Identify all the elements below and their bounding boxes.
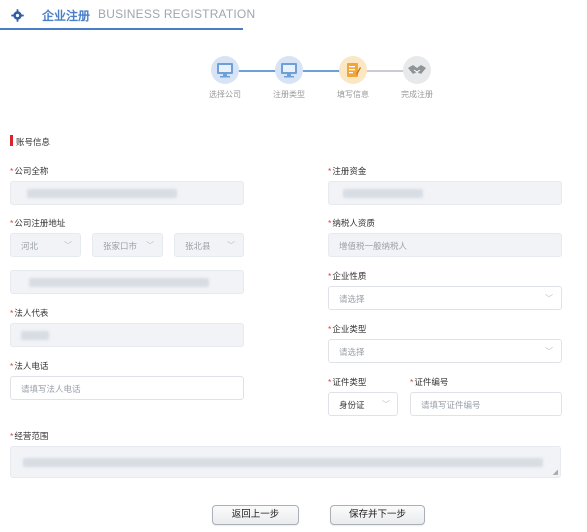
enterprise-type-label: *企业类型: [328, 324, 367, 334]
handshake-icon: [408, 65, 426, 74]
address-detail-field[interactable]: [10, 270, 244, 294]
business-scope-label: *经营范围: [10, 431, 49, 441]
enterprise-type-select[interactable]: 请选择 ﹀: [328, 339, 562, 363]
company-name-field[interactable]: [10, 181, 244, 205]
chevron-down-icon: ﹀: [545, 347, 553, 356]
gear-icon: [11, 9, 24, 22]
section-title: 账号信息: [16, 137, 51, 147]
step-label: 完成注册: [401, 90, 433, 99]
tab-subtitle: BUSINESS REGISTRATION: [98, 7, 256, 21]
save-next-button[interactable]: 保存并下一步: [330, 505, 425, 525]
enterprise-nature-label: *企业性质: [328, 271, 367, 281]
province-select[interactable]: 河北 ﹀: [10, 233, 81, 257]
cert-no-label: *证件编号: [410, 377, 449, 387]
step-label: 选择公司: [209, 90, 241, 99]
step-connector: [238, 70, 276, 72]
step-label: 填写信息: [337, 90, 369, 99]
legal-rep-label: *法人代表: [10, 308, 49, 318]
step-4: [403, 56, 431, 84]
section-marker: [10, 135, 13, 146]
city-select[interactable]: 张家口市 ﹀: [92, 233, 163, 257]
step-connector: [303, 70, 341, 72]
monitor-icon: [281, 63, 297, 78]
capital-label: *注册资金: [328, 166, 367, 176]
step-3: [339, 56, 367, 84]
taxpayer-label: *纳税人资质: [328, 218, 375, 228]
legal-phone-input[interactable]: 请填写法人电话: [10, 376, 244, 400]
cert-no-input[interactable]: 请填写证件编号: [410, 392, 562, 416]
chevron-down-icon: ﹀: [227, 241, 235, 250]
resize-handle-icon: ◢: [552, 469, 558, 476]
legal-phone-label: *法人电话: [10, 361, 49, 371]
cert-type-select[interactable]: 身份证 ﹀: [328, 392, 398, 416]
business-scope-textarea[interactable]: ◢: [10, 446, 561, 478]
step-2: [275, 56, 303, 84]
address-label: *公司注册地址: [10, 218, 66, 228]
monitor-icon: [217, 63, 233, 78]
tab-title: 企业注册: [42, 9, 91, 23]
enterprise-nature-select[interactable]: 请选择 ﹀: [328, 286, 562, 310]
back-button[interactable]: 返回上一步: [212, 505, 299, 525]
taxpayer-field: 增值税一般纳税人: [328, 233, 562, 257]
step-label: 注册类型: [273, 90, 305, 99]
step-1: [211, 56, 239, 84]
step-connector: [366, 70, 404, 72]
chevron-down-icon: ﹀: [146, 241, 154, 250]
legal-rep-field[interactable]: [10, 323, 244, 347]
company-name-label: *公司全称: [10, 166, 49, 176]
chevron-down-icon: ﹀: [382, 400, 390, 409]
chevron-down-icon: ﹀: [545, 294, 553, 303]
edit-form-icon: [347, 63, 361, 77]
capital-field[interactable]: [328, 181, 562, 205]
cert-type-label: *证件类型: [328, 377, 367, 387]
chevron-down-icon: ﹀: [64, 241, 72, 250]
district-select[interactable]: 张北县 ﹀: [174, 233, 244, 257]
